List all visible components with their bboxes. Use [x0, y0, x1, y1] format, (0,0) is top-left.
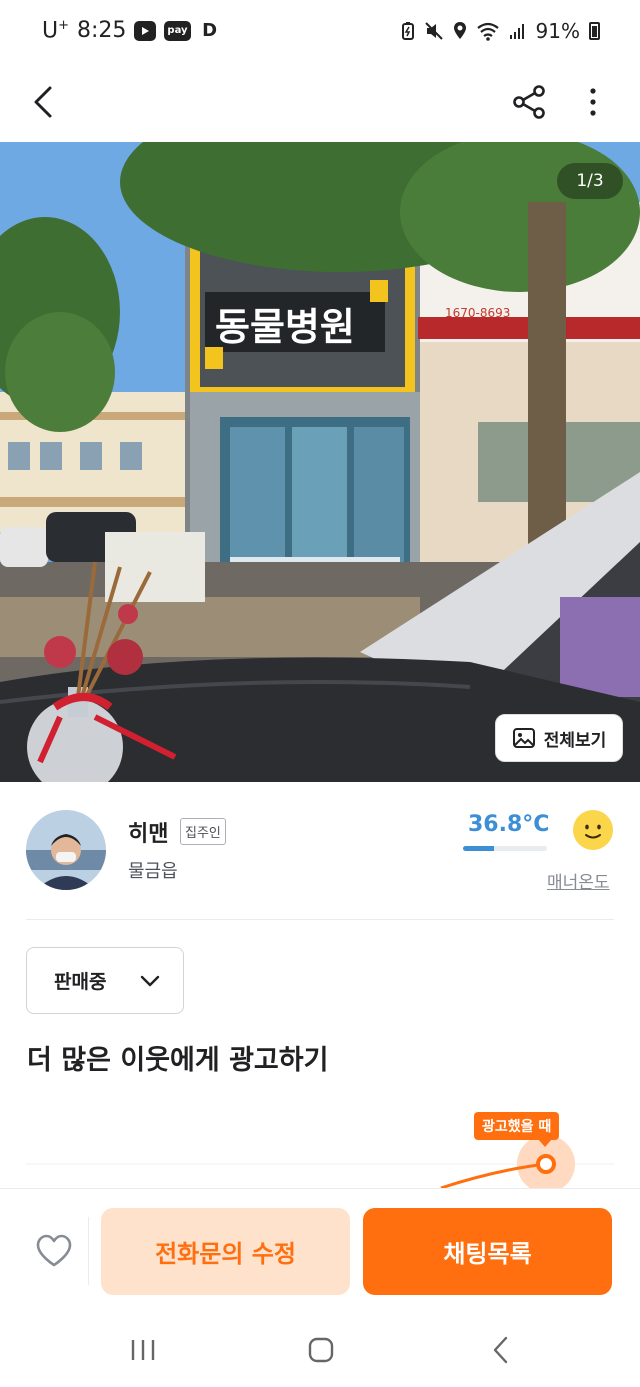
- like-button[interactable]: [30, 1229, 78, 1273]
- mute-icon: [424, 22, 443, 40]
- back-icon: [493, 1336, 508, 1364]
- more-options-button[interactable]: [567, 76, 619, 128]
- manner-temperature-link[interactable]: 매너온도: [547, 868, 610, 893]
- chat-list-button[interactable]: 채팅목록: [363, 1208, 612, 1295]
- bottom-action-bar: 전화문의 수정 채팅목록: [0, 1188, 640, 1310]
- edit-phone-inquiry-button[interactable]: 전화문의 수정: [101, 1208, 350, 1295]
- battery-icon: [589, 22, 600, 40]
- signal-icon: [509, 24, 524, 39]
- clock: 8:25: [77, 18, 127, 44]
- manner-temperature-fill: [463, 846, 495, 851]
- status-bar: U+ 8:25 pay D 91%: [0, 0, 640, 62]
- advertise-title: 더 많은 이웃에게 광고하기: [27, 1045, 329, 1076]
- seller-location: 물금읍: [128, 861, 178, 882]
- wifi-icon: [476, 22, 499, 41]
- sale-status-value: 판매중: [54, 971, 107, 993]
- divider: [26, 919, 614, 920]
- avatar[interactable]: [26, 810, 106, 890]
- seller-profile[interactable]: 히맨 집주인 물금읍 36.8°C 매너온도: [0, 782, 640, 920]
- smiley-face-icon: [573, 810, 613, 850]
- photo-page-indicator: 1/3: [557, 163, 623, 199]
- share-icon: [513, 85, 545, 119]
- share-button[interactable]: [504, 76, 556, 128]
- view-all-photos-button[interactable]: 전체보기: [495, 714, 623, 762]
- view-all-photos-label: 전체보기: [543, 730, 607, 751]
- avatar-image: [26, 810, 106, 890]
- heart-icon: [36, 1234, 72, 1267]
- youtube-icon: [134, 20, 157, 41]
- chevron-left-icon: [34, 86, 52, 118]
- photo-illustration: 동물병원 1670-8693: [0, 142, 640, 782]
- more-vertical-icon: [590, 88, 596, 116]
- chevron-down-icon: [140, 975, 160, 987]
- system-nav-bar: [0, 1310, 640, 1387]
- pay-badge: pay: [164, 20, 191, 41]
- image-icon: [512, 728, 535, 748]
- d-badge: D: [202, 20, 218, 42]
- recent-apps-icon: [131, 1340, 155, 1360]
- sale-status-dropdown[interactable]: 판매중: [26, 947, 184, 1014]
- seller-name: 히맨: [128, 822, 169, 847]
- system-back-button[interactable]: [471, 1330, 531, 1370]
- product-photo[interactable]: 동물병원 1670-8693: [0, 142, 640, 782]
- battery-percent: 91%: [535, 19, 580, 43]
- location-icon: [453, 22, 466, 39]
- back-button[interactable]: [17, 76, 69, 128]
- divider: [88, 1217, 89, 1285]
- home-icon: [308, 1337, 334, 1363]
- home-button[interactable]: [291, 1330, 351, 1370]
- manner-temperature: 36.8°C: [468, 812, 550, 837]
- carrier-label: U+: [42, 18, 70, 44]
- recent-apps-button[interactable]: [113, 1330, 173, 1370]
- battery-saver-icon: [401, 22, 414, 40]
- manner-temperature-bar: [463, 846, 547, 851]
- host-badge: 집주인: [180, 818, 226, 845]
- sign-text: 동물병원: [215, 305, 355, 349]
- advertise-tooltip: 광고했을 때: [474, 1112, 560, 1147]
- app-bar: [0, 62, 640, 142]
